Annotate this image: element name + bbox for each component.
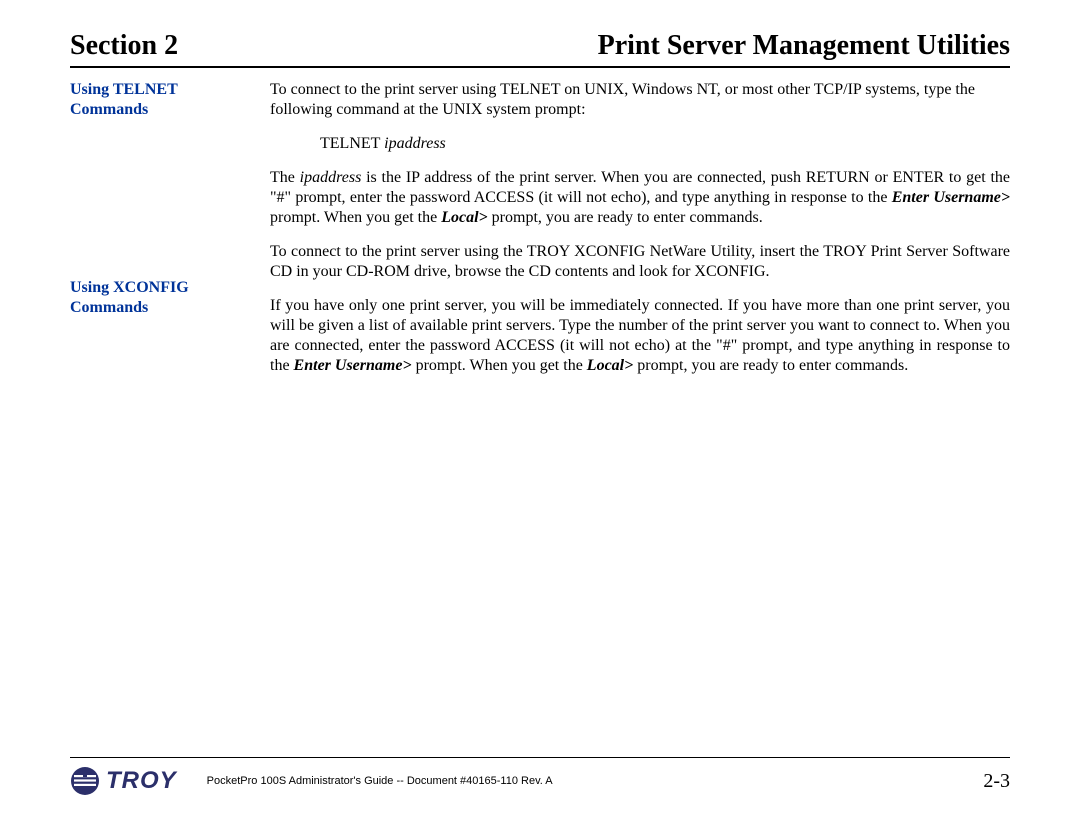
- troy-logo: TROY: [70, 766, 177, 796]
- sidebar-heading-line: Using XCONFIG: [70, 279, 189, 296]
- xconfig-paragraph-1: To connect to the print server using the…: [270, 242, 1010, 282]
- local-prompt: Local>: [441, 209, 487, 226]
- sidebar-heading-telnet: Using TELNET Commands: [70, 80, 260, 120]
- ipaddress-term: ipaddress: [300, 169, 362, 186]
- text-run: prompt, you are ready to enter commands.: [633, 357, 908, 374]
- telnet-command-arg: ipaddress: [384, 135, 446, 152]
- enter-username-prompt: Enter Username>: [892, 189, 1010, 206]
- page-footer: TROY PocketPro 100S Administrator's Guid…: [70, 757, 1010, 796]
- content-column: To connect to the print server using TEL…: [270, 80, 1010, 390]
- page-header: Section 2 Print Server Management Utilit…: [70, 30, 1010, 68]
- troy-logo-text: TROY: [106, 767, 177, 795]
- sidebar-spacer: [70, 126, 260, 278]
- footer-rule: [70, 757, 1010, 758]
- page-body: Using TELNET Commands Using XCONFIG Comm…: [70, 80, 1010, 390]
- page-title: Print Server Management Utilities: [598, 30, 1010, 62]
- section-label: Section 2: [70, 30, 178, 62]
- sidebar-heading-line: Commands: [70, 101, 148, 118]
- sidebar: Using TELNET Commands Using XCONFIG Comm…: [70, 80, 270, 390]
- sidebar-heading-line: Commands: [70, 299, 148, 316]
- telnet-command-static: TELNET: [320, 135, 384, 152]
- telnet-details-paragraph: The ipaddress is the IP address of the p…: [270, 168, 1010, 228]
- footer-doc-info: PocketPro 100S Administrator's Guide -- …: [207, 775, 984, 787]
- sidebar-heading-xconfig: Using XCONFIG Commands: [70, 278, 260, 318]
- text-run: prompt. When you get the: [270, 209, 441, 226]
- text-run: prompt. When you get the: [412, 357, 587, 374]
- telnet-intro-paragraph: To connect to the print server using TEL…: [270, 80, 1010, 120]
- telnet-command-line: TELNET ipaddress: [320, 134, 1010, 154]
- troy-logo-icon: [70, 766, 100, 796]
- enter-username-prompt: Enter Username>: [294, 357, 412, 374]
- text-run: prompt, you are ready to enter commands.: [488, 209, 763, 226]
- local-prompt: Local>: [587, 357, 633, 374]
- page-number: 2-3: [983, 770, 1010, 793]
- page: Section 2 Print Server Management Utilit…: [0, 0, 1080, 834]
- sidebar-heading-line: Using TELNET: [70, 81, 178, 98]
- text-run: The: [270, 169, 300, 186]
- footer-row: TROY PocketPro 100S Administrator's Guid…: [70, 766, 1010, 796]
- xconfig-paragraph-2: If you have only one print server, you w…: [270, 296, 1010, 376]
